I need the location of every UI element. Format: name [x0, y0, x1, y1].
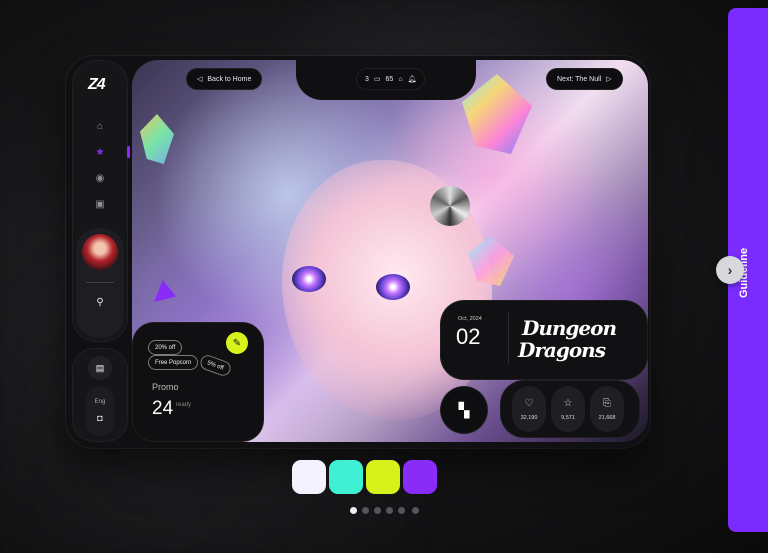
back-arrow-icon: ◁ — [197, 76, 203, 83]
promo-tag[interactable]: 20% off — [148, 340, 183, 355]
bookmark-stat[interactable]: ⎘ 21,668 — [590, 386, 624, 432]
rating-stat[interactable]: ☆ 9,571 — [551, 386, 585, 432]
next-label: Next: The Null — [557, 75, 602, 83]
pagination-dot[interactable] — [398, 507, 405, 514]
divider — [86, 282, 114, 283]
star-icon[interactable]: ★ — [92, 144, 108, 160]
notification-bell-icon[interactable]: 🔔︎ — [408, 75, 417, 83]
event-title-line2: Dragons — [518, 338, 606, 362]
color-swatch-lime[interactable] — [366, 460, 400, 494]
pendant-ornament — [430, 186, 470, 226]
promo-title: Promo — [152, 382, 179, 392]
location-icon[interactable]: ◉ — [92, 170, 108, 186]
gift-icon[interactable]: ▤ — [88, 356, 112, 380]
promo-tag[interactable]: Free Popcorn — [148, 355, 199, 370]
brand-logo[interactable]: Z4 — [88, 76, 106, 94]
character-eye-left — [292, 266, 326, 292]
color-swatch-white[interactable] — [292, 460, 326, 494]
stat-value: 21,668 — [598, 414, 616, 421]
back-to-home-label: Back to Home — [207, 75, 252, 83]
stat-value: 32,190 — [520, 414, 538, 421]
screen-icon: ▭ — [373, 76, 381, 83]
camera-icon[interactable]: ◘ — [97, 413, 102, 423]
star-icon: ☆ — [563, 397, 573, 409]
promo-count-suffix: ready — [176, 402, 192, 408]
canvas: ◁ Back to Home 3 ▭ 65 ⌂ 🔔︎ Next: The Nul… — [0, 0, 768, 553]
event-title-line1: Dungeon — [522, 316, 617, 340]
heart-icon: ♡ — [524, 397, 534, 409]
back-to-home-button[interactable]: ◁ Back to Home — [186, 68, 263, 90]
pagination-dot-active[interactable] — [350, 507, 357, 514]
bookmark-icon: ⎘ — [603, 397, 611, 409]
pagination-dot[interactable] — [374, 507, 381, 514]
crystal-decoration — [140, 114, 174, 164]
status-bar: 3 ▭ 65 ⌂ 🔔︎ — [356, 68, 426, 90]
divider — [508, 312, 509, 364]
stat-value: 9,571 — [561, 414, 575, 421]
home-icon[interactable]: ⌂ — [92, 118, 108, 134]
active-indicator — [127, 146, 130, 158]
pagination-dot[interactable] — [362, 507, 369, 514]
status-percent: 65 — [385, 75, 394, 83]
tag-icon[interactable]: ✎ — [226, 332, 248, 354]
ticket-icon: ▚ — [458, 401, 470, 418]
event-day: 02 — [456, 324, 481, 349]
likes-stat[interactable]: ♡ 32,190 — [512, 386, 546, 432]
status-count: 3 — [365, 75, 369, 83]
language-toggle[interactable]: Eng ◘ — [86, 386, 114, 436]
avatar[interactable] — [82, 234, 118, 270]
event-date-label: Oct, 2024 — [458, 316, 482, 322]
pagination-dot[interactable] — [412, 507, 419, 514]
chevron-right-icon[interactable]: › — [716, 256, 744, 284]
color-swatch-purple[interactable] — [403, 460, 437, 494]
play-arrow-icon: ▷ — [606, 76, 612, 83]
next-button[interactable]: Next: The Null ▷ — [546, 68, 623, 90]
color-swatch-teal[interactable] — [329, 460, 363, 494]
pagination-dot[interactable] — [386, 507, 393, 514]
ticket-button[interactable]: ▚ — [440, 386, 488, 434]
archive-icon[interactable]: ▣ — [92, 196, 108, 212]
home-outline-icon: ⌂ — [398, 75, 403, 83]
promo-count: 24 — [152, 398, 174, 419]
podium-icon[interactable]: ⚲ — [92, 294, 108, 310]
character-eye-right — [376, 274, 410, 300]
language-label: Eng — [94, 399, 106, 405]
